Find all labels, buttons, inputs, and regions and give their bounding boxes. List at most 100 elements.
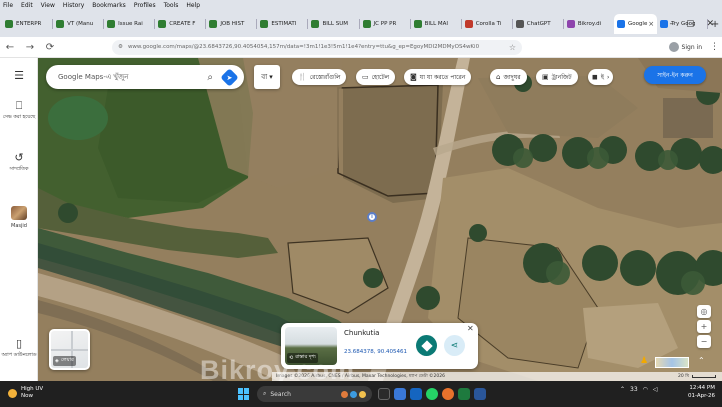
maps-signin-button[interactable]: সাইন-ইন করুন [644,66,706,84]
place-name[interactable]: Chunkutia [344,329,379,337]
browser-tab[interactable]: ENTERPR [2,14,52,34]
search-box[interactable]: Google Maps-এ খুঁজুন ⌕ ➤ [46,65,244,89]
browser-tab[interactable]: Issue Rai [104,14,154,34]
tab-favicon-icon [566,20,575,28]
wifi-icon[interactable]: ◠ [643,386,648,393]
chip-transit[interactable]: ▣ ট্রানজিট [536,69,578,85]
browser-tab[interactable]: JOB HIST [206,14,256,34]
menu-profiles[interactable]: Profiles [134,2,156,9]
tab-title: VT (Manu [67,21,94,27]
chip-restaurants[interactable]: 🍴 রেস্তোরাঁগুলি [292,69,347,85]
tab-title: Corolla Ti [475,21,502,27]
word-icon[interactable] [474,388,486,400]
scale-label: 20 মি [678,374,689,379]
browser-tab[interactable]: Google × [613,14,658,34]
menu-edit[interactable]: Edit [21,2,33,9]
tab-close-icon[interactable]: × [648,20,654,28]
saved-button[interactable]: ⎕ সেভ করা হয়েছে [0,100,38,121]
tab-favicon-icon [616,20,625,28]
menu-tools[interactable]: Tools [164,2,179,9]
directions-button[interactable]: ➤ [220,67,239,87]
masjid-label: Masjid [11,223,27,229]
task-view-icon[interactable] [378,388,390,400]
chip-things-to-do[interactable]: ◙ যা যা করতে পারেন [404,69,472,85]
menu-history[interactable]: History [63,2,84,9]
zoom-in-button[interactable]: + [697,320,711,333]
chip-more[interactable]: ◼ ই › [588,69,614,85]
location-pin-icon[interactable]: i [367,212,377,222]
reload-icon[interactable]: ⟳ [44,42,56,53]
history-icon: ↺ [14,151,24,164]
browser-tab[interactable]: CREATE F [155,14,205,34]
close-icon[interactable]: ✕ [467,324,474,333]
browser-tab[interactable]: BILL MAI [411,14,461,34]
close-window-icon[interactable]: ✕ [706,19,714,29]
language-chip[interactable]: বা ▾ [254,65,280,89]
edge-icon[interactable] [410,388,422,400]
menu-bookmarks[interactable]: Bookmarks [92,2,126,9]
chip-hotels-label: হোটেল [371,73,390,81]
more-chip-icon: ◼ [592,73,598,81]
profile-signin[interactable]: Sign in [668,42,702,52]
tab-favicon-icon [260,20,269,28]
menu-button[interactable]: ☰ [0,70,38,84]
minimize-icon[interactable]: – [669,19,674,29]
browser-tab[interactable]: BILL SUM [308,14,358,34]
chip-more-label: ই [600,73,604,81]
recent-button[interactable]: ↺ সাম্প্রতিক [0,151,38,173]
weather-widget[interactable]: High UV Now [8,386,43,400]
get-app-button[interactable]: ▯ অ্যাপ ডাউনলোড [0,338,38,359]
tab-favicon-icon [362,20,371,28]
chip-museums[interactable]: ⌂ জাদুঘর [490,69,527,85]
target-icon: ◎ [700,307,708,316]
browser-tab[interactable]: JC PP PR [360,14,410,34]
file-explorer-icon[interactable] [394,388,406,400]
more-menu-icon[interactable]: ⋮ [710,42,719,52]
maximize-icon[interactable]: ▢ [686,19,695,29]
back-icon[interactable]: ← [4,42,16,53]
browser-tab[interactable]: Bikroy.di [564,14,614,34]
imagery-thumbnail[interactable] [655,357,689,368]
tab-favicon-icon [515,20,524,28]
expand-icon[interactable]: ⌃ [698,356,705,365]
my-location-button[interactable]: ◎ [697,305,711,318]
share-button[interactable]: ⋖ [444,335,465,356]
tab-favicon-icon [464,20,473,28]
browser-tab[interactable]: Corolla Ti [462,14,512,34]
menu-help[interactable]: Help [186,2,200,9]
firefox-icon[interactable] [442,388,454,400]
recent-label: সাম্প্রতিক [9,166,29,172]
language-chip-label: বা [261,73,268,81]
whatsapp-icon[interactable] [426,388,438,400]
browser-tab[interactable]: ESTIMATI [257,14,307,34]
clock[interactable]: 12:44 PM 01-Apr-26 [681,384,715,400]
excel-icon[interactable] [458,388,470,400]
chip-hotels[interactable]: ▭ হোটেল [356,69,396,85]
chip-restaurants-label: রেস্তোরাঁগুলি [309,73,341,81]
menu-file[interactable]: File [3,2,13,9]
scale-bar[interactable]: 20 মি [678,373,716,380]
forward-icon[interactable]: → [24,42,36,53]
pegman-icon[interactable]: ♟ [640,356,648,366]
menu-icon: ☰ [14,69,24,82]
windows-start-icon[interactable] [238,388,250,400]
zoom-out-button[interactable]: − [697,335,711,348]
layers-button[interactable]: ◈ লেয়ার [49,329,90,370]
site-info-icon[interactable]: ⚙ [118,44,123,50]
volume-icon[interactable]: ◁ [653,386,658,393]
address-bar[interactable]: ⚙ www.google.com/maps/@23.6843726,90.405… [112,39,522,55]
chevron-up-icon[interactable]: ⌃ [620,386,625,393]
menu-view[interactable]: View [41,2,55,9]
card-directions-button[interactable] [416,335,437,356]
browser-tab[interactable]: VT (Manu [53,14,103,34]
bed-icon: ▭ [362,73,369,81]
window-controls: – ▢ ✕ [669,11,722,37]
taskbar-search[interactable]: ⌕ Search [257,386,372,402]
map-controls: ◎ + − [697,305,711,348]
bookmark-star-icon[interactable]: ☆ [509,43,516,52]
search-icon[interactable]: ⌕ [207,72,213,83]
tab-title: Google [627,21,648,27]
minus-icon: − [700,337,708,346]
recent-place-masjid[interactable]: Masjid [0,206,38,229]
browser-tab[interactable]: ChatGPT [513,14,563,34]
